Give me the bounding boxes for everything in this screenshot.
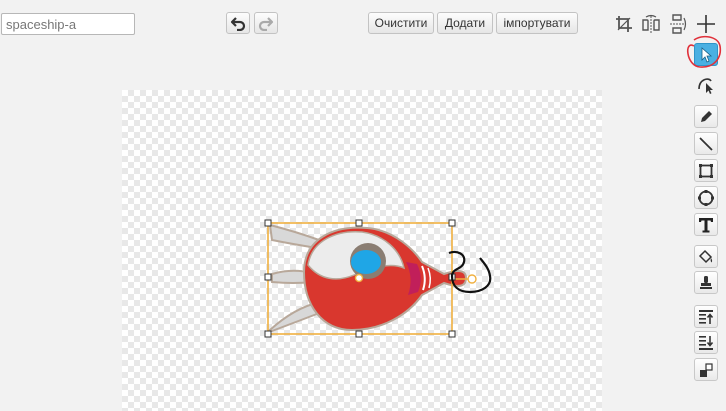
layer-up-icon xyxy=(699,309,714,324)
line-icon xyxy=(699,136,713,151)
set-center-icon xyxy=(697,15,715,33)
flip-horizontal-icon xyxy=(642,14,660,33)
ellipse-icon xyxy=(698,189,714,206)
pencil-icon xyxy=(701,110,712,122)
select-tool[interactable] xyxy=(694,43,718,66)
text-tool[interactable] xyxy=(694,213,718,236)
crop-icon xyxy=(616,16,632,32)
ungroup-icon xyxy=(700,362,713,377)
reshape-tool[interactable] xyxy=(694,72,718,95)
costume-name-input[interactable] xyxy=(1,13,135,35)
reshape-icon xyxy=(698,77,713,94)
undo-icon xyxy=(230,17,246,31)
rectangle-tool[interactable] xyxy=(694,159,718,182)
paint-bucket-icon xyxy=(698,249,713,263)
bring-forward-tool[interactable] xyxy=(694,305,718,328)
fill-tool[interactable] xyxy=(694,245,718,268)
add-button[interactable]: Додати xyxy=(437,12,493,34)
stamp-icon xyxy=(700,275,712,289)
flip-vertical-icon xyxy=(670,14,687,34)
arrow-cursor-icon xyxy=(701,46,713,63)
flip-vertical-button[interactable] xyxy=(667,12,689,36)
crop-button[interactable] xyxy=(613,12,635,36)
set-center-button[interactable] xyxy=(695,12,717,36)
pencil-tool[interactable] xyxy=(694,105,718,128)
drawing-canvas[interactable] xyxy=(122,90,602,411)
rectangle-icon xyxy=(699,163,713,178)
clear-button[interactable]: Очистити xyxy=(368,12,434,34)
redo-button[interactable] xyxy=(254,12,278,34)
ungroup-tool[interactable] xyxy=(694,358,718,381)
ellipse-tool[interactable] xyxy=(694,186,718,209)
send-backward-tool[interactable] xyxy=(694,331,718,354)
spaceship-sprite[interactable] xyxy=(122,90,602,411)
text-t-icon xyxy=(699,217,713,232)
redo-icon xyxy=(258,17,274,31)
flip-horizontal-button[interactable] xyxy=(640,12,662,36)
layer-down-icon xyxy=(699,335,714,350)
undo-button[interactable] xyxy=(226,12,250,34)
line-tool[interactable] xyxy=(694,132,718,155)
stamp-tool[interactable] xyxy=(694,271,718,294)
import-button[interactable]: імпортувати xyxy=(496,12,578,34)
